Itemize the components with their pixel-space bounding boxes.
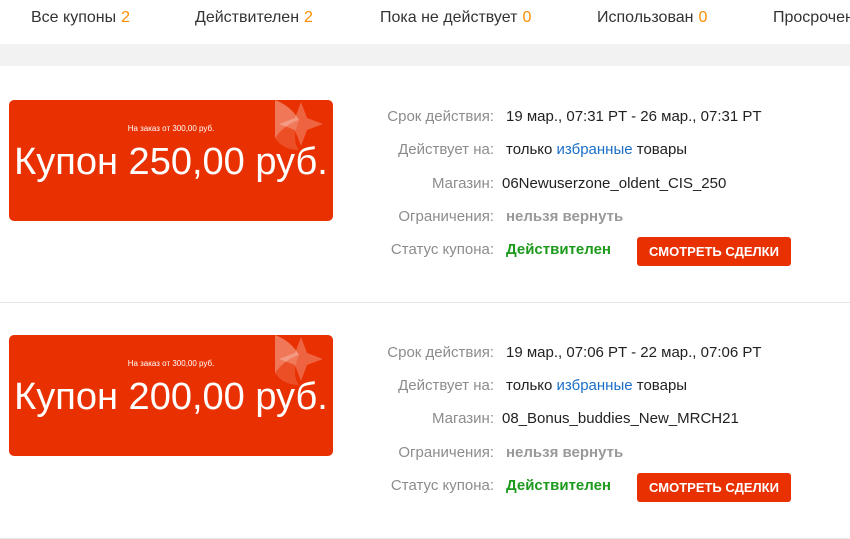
tab-count: 2 — [121, 9, 130, 26]
tab-expired[interactable]: Просрочен — [773, 9, 850, 27]
shop-row: Магазин: 08_Bonus_buddies_New_MRCH21 — [0, 409, 850, 429]
tab-label: Действителен — [195, 9, 300, 26]
status-value: Действителен — [506, 477, 611, 494]
tab-label: Пока не действует — [380, 9, 518, 26]
limits-row: Ограничения: нельзя вернуть — [0, 207, 850, 227]
coupon-tabs: Все купоны 2 Действителен 2 Пока не действ… — [0, 0, 850, 36]
applies-row: Действует на: только избранные товары — [0, 376, 850, 396]
shop-row: Магазин: 06Newuserzone_oldent_CIS_250 — [0, 174, 850, 194]
tab-not-yet-valid[interactable]: Пока не действует 0 — [380, 9, 531, 27]
shop-label: Магазин: — [431, 410, 494, 427]
shop-label: Магазин: — [431, 175, 494, 192]
tab-count: 0 — [522, 9, 532, 26]
status-label: Статус купона: — [390, 477, 494, 494]
applies-value: только избранные товары — [506, 140, 687, 160]
tab-label: Просрочен — [773, 9, 850, 26]
validity-value: 19 мар., 07:06 PT - 22 мар., 07:06 PT — [506, 344, 762, 361]
applies-label: Действует на: — [398, 377, 494, 394]
status-label: Статус купона: — [390, 241, 494, 258]
applies-post: товары — [636, 377, 688, 394]
tab-all-coupons[interactable]: Все купоны 2 — [31, 9, 130, 27]
tabs-divider — [0, 44, 850, 66]
applies-label: Действует на: — [398, 141, 494, 158]
coupon-card: На заказ от 300,00 руб. Купон 200,00 руб… — [0, 302, 850, 539]
validity-row: Срок действия: 19 мар., 07:31 PT - 26 ма… — [0, 107, 850, 127]
tab-label: Использован — [597, 9, 694, 26]
limits-value: нельзя вернуть — [506, 208, 624, 225]
tab-valid[interactable]: Действителен 2 — [195, 9, 313, 27]
limits-label: Ограничения: — [398, 208, 494, 225]
view-deals-button[interactable]: СМОТРЕТЬ СДЕЛКИ — [637, 473, 791, 502]
view-deals-button[interactable]: СМОТРЕТЬ СДЕЛКИ — [637, 237, 791, 266]
limits-value: нельзя вернуть — [506, 444, 624, 461]
limits-row: Ограничения: нельзя вернуть — [0, 443, 850, 463]
selected-products-link[interactable]: избранные — [557, 141, 633, 158]
applies-value: только избранные товары — [506, 376, 687, 396]
limits-label: Ограничения: — [398, 444, 494, 461]
status-value: Действителен — [506, 241, 611, 258]
coupon-card: На заказ от 300,00 руб. Купон 250,00 руб… — [0, 66, 850, 303]
shop-value: 06Newuserzone_oldent_CIS_250 — [502, 175, 727, 192]
tab-count: 0 — [698, 9, 708, 26]
shop-value: 08_Bonus_buddies_New_MRCH21 — [502, 410, 739, 427]
validity-row: Срок действия: 19 мар., 07:06 PT - 22 ма… — [0, 343, 850, 363]
tab-count: 2 — [304, 9, 313, 26]
applies-pre: только — [506, 377, 553, 394]
tab-used[interactable]: Использован 0 — [597, 9, 707, 27]
applies-post: товары — [636, 141, 688, 158]
applies-pre: только — [506, 141, 553, 158]
validity-label: Срок действия: — [387, 344, 494, 361]
applies-row: Действует на: только избранные товары — [0, 140, 850, 160]
validity-value: 19 мар., 07:31 PT - 26 мар., 07:31 PT — [506, 108, 762, 125]
validity-label: Срок действия: — [387, 108, 494, 125]
selected-products-link[interactable]: избранные — [557, 377, 633, 394]
tab-label: Все купоны — [31, 9, 117, 26]
